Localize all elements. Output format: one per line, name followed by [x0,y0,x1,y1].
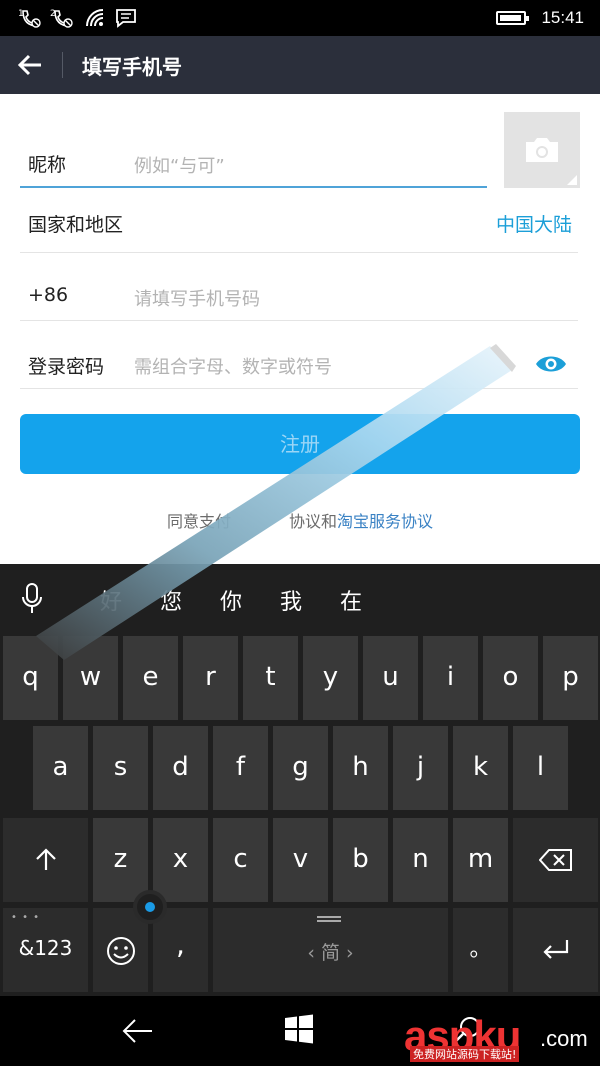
numbers-key-label: &123 [18,936,73,960]
key-b[interactable]: b [333,818,388,902]
text-cursor-handle[interactable] [133,890,167,924]
missed-call-icon: 2 [50,9,73,28]
shift-key[interactable] [3,818,88,902]
enter-key[interactable] [513,908,598,992]
header-divider [62,52,63,78]
key-s[interactable]: s [93,726,148,810]
back-arrow-icon[interactable] [14,50,46,80]
back-icon[interactable] [120,1016,154,1046]
watermark-subtitle: 免费网站源码下载站! [410,1046,520,1062]
watermark-domain: .com [540,1026,588,1051]
nickname-underline [20,186,487,188]
space-grip [317,916,341,918]
key-y[interactable]: y [303,636,358,720]
key-e[interactable]: e [123,636,178,720]
taobao-agreement-link[interactable]: 淘宝服务协议 [337,512,433,531]
key-d[interactable]: d [153,726,208,810]
message-icon [116,9,136,28]
key-c[interactable]: c [213,818,268,902]
battery-icon [496,11,529,25]
candidate-bar: 好 您 你 我 在 [0,564,600,630]
period-key[interactable]: 。 [453,908,508,992]
register-button[interactable]: 注册 [20,414,580,474]
nickname-label: 昵称 [28,154,67,176]
agreement-prefix: 同意支付 [166,512,231,531]
nickname-input[interactable]: 例如“与可” [134,152,225,178]
key-h[interactable]: h [333,726,388,810]
key-v[interactable]: v [273,818,328,902]
password-input[interactable]: 需组合字母、数字或符号 [134,353,332,379]
divider [20,252,578,253]
key-q[interactable]: q [3,636,58,720]
backspace-key[interactable] [513,818,598,902]
key-t[interactable]: t [243,636,298,720]
wifi-icon [86,9,104,27]
missed-call-icon: 1 [18,9,41,28]
key-l[interactable]: l [513,726,568,810]
key-o[interactable]: o [483,636,538,720]
key-j[interactable]: j [393,726,448,810]
key-n[interactable]: n [393,818,448,902]
divider [20,320,578,321]
candidate-word[interactable]: 我 [280,584,302,616]
enter-icon [543,940,569,959]
key-r[interactable]: r [183,636,238,720]
password-label: 登录密码 [28,356,105,378]
key-z[interactable]: z [93,818,148,902]
space-key-label: ‹ 简 › [307,942,354,964]
status-time: 15:41 [541,8,584,27]
soft-keyboard: 好 您 你 我 在 q w e r t y u i o p a s d f g … [0,564,600,996]
key-u[interactable]: u [363,636,418,720]
candidate-word[interactable]: 好 [100,584,122,616]
key-m[interactable]: m [453,818,508,902]
key-a[interactable]: a [33,726,88,810]
status-bar: 1 2 15:41 [0,0,600,36]
watermark-logo: aspku .com 免费网站源码下载站! [404,1012,594,1062]
phone-prefix[interactable]: +86 [28,284,68,306]
key-p[interactable]: p [543,636,598,720]
key-f[interactable]: f [213,726,268,810]
windows-start-icon[interactable] [284,1014,314,1044]
app-header: 填写手机号 [0,36,600,94]
region-label: 国家和地区 [28,214,124,236]
numbers-key[interactable]: • • • &123 [3,908,88,992]
registration-form: 昵称 例如“与可” 国家和地区 中国大陆 +86 请填写手机号码 登录密码 需组… [0,94,600,564]
avatar-corner [567,175,577,185]
key-ellipsis: • • • [11,912,41,923]
key-k[interactable]: k [453,726,508,810]
candidate-word[interactable]: 在 [340,584,362,616]
key-g[interactable]: g [273,726,328,810]
divider [20,388,578,389]
page-title: 填写手机号 [82,55,182,79]
avatar-upload-button[interactable] [504,112,580,188]
emoji-icon [107,937,135,965]
space-key[interactable]: ‹ 简 › [213,908,448,992]
key-x[interactable]: x [153,818,208,902]
backspace-icon [539,849,572,871]
microphone-icon[interactable] [20,582,44,616]
agreement-mid: 协议和 [288,512,337,531]
key-i[interactable]: i [423,636,478,720]
agreement-text: 同意支付 协议和淘宝服务协议 [0,508,600,532]
camera-icon [526,138,558,162]
candidate-word[interactable]: 你 [220,584,242,616]
shift-arrow-icon [36,848,56,870]
phone-input[interactable]: 请填写手机号码 [134,285,260,311]
key-w[interactable]: w [63,636,118,720]
comma-key[interactable]: , [153,908,208,992]
candidate-word[interactable]: 您 [160,584,182,616]
region-selector[interactable]: 中国大陆 [496,210,572,237]
eye-icon[interactable] [534,352,568,376]
